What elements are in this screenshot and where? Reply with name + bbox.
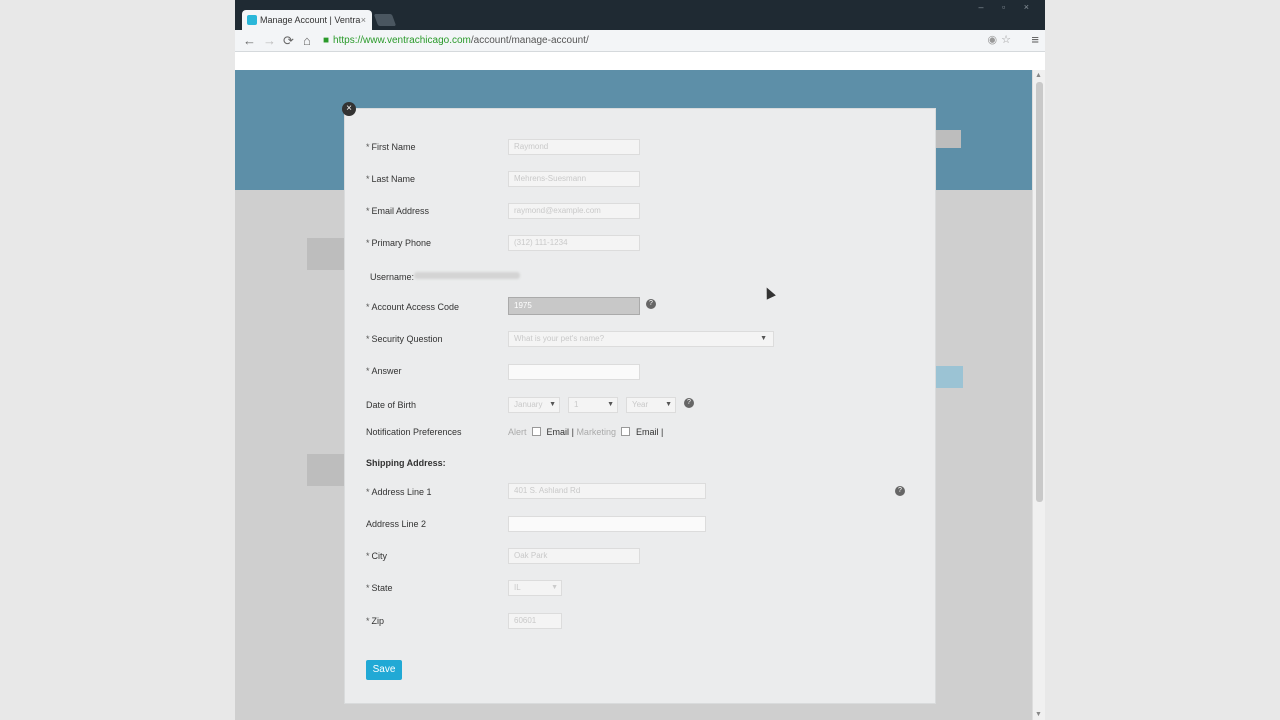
- address-help-icon[interactable]: ?: [895, 486, 905, 496]
- access-code-label: * Account Access Code: [366, 302, 460, 312]
- state-value: IL: [514, 583, 521, 592]
- address2-label: Address Line 2: [366, 519, 427, 529]
- answer-label: * Answer: [366, 366, 402, 376]
- email-label: * Email Address: [366, 206, 430, 216]
- address2-input[interactable]: [508, 516, 706, 532]
- security-question-select[interactable]: What is your pet's name? ▼: [508, 331, 774, 347]
- tab-close-icon[interactable]: ×: [361, 10, 366, 30]
- answer-input[interactable]: [508, 364, 640, 380]
- background-block: [935, 130, 961, 148]
- reload-icon[interactable]: ⟳: [283, 32, 294, 50]
- security-question-value: What is your pet's name?: [514, 334, 605, 343]
- phone-input[interactable]: (312) 111-1234: [508, 235, 640, 251]
- first-name-label: * First Name: [366, 142, 416, 152]
- title-bar: Manage Account | Ventra × – ▫ ×: [235, 0, 1045, 30]
- last-name-input[interactable]: Mehrens-Suesmann: [508, 171, 640, 187]
- forward-icon[interactable]: →: [263, 32, 276, 50]
- username-value: [414, 272, 520, 279]
- access-code-input[interactable]: 1975: [508, 297, 640, 315]
- address1-input[interactable]: 401 S. Ashland Rd: [508, 483, 706, 499]
- city-input[interactable]: Oak Park: [508, 548, 640, 564]
- notifications-label: Notification Preferences: [366, 427, 462, 437]
- dob-year-select[interactable]: Year ▼: [626, 397, 676, 413]
- phone-label: * Primary Phone: [366, 238, 432, 248]
- marketing-label: Marketing: [576, 427, 616, 437]
- dob-day-select[interactable]: 1 ▼: [568, 397, 618, 413]
- scroll-down-icon[interactable]: ▼: [1035, 711, 1042, 718]
- dob-help-icon[interactable]: ?: [684, 398, 694, 408]
- scroll-thumb[interactable]: [1036, 82, 1043, 502]
- browser-toolbar: ← → ⟳ ⌂ ■ https://www.ventrachicago.com/a…: [235, 30, 1045, 52]
- browser-tab[interactable]: Manage Account | Ventra ×: [242, 10, 372, 30]
- security-question-label: * Security Question: [366, 334, 443, 344]
- dob-day-value: 1: [574, 400, 579, 409]
- address1-label: * Address Line 1: [366, 487, 432, 497]
- shipping-address-heading: Shipping Address:: [366, 458, 446, 468]
- alert-label: Alert: [508, 427, 527, 437]
- dob-year-value: Year: [632, 400, 649, 409]
- extension-icons[interactable]: ◉☆: [988, 33, 1015, 46]
- scroll-up-icon[interactable]: ▲: [1035, 72, 1042, 79]
- marketing-email-label: Email: [635, 427, 659, 437]
- chevron-down-icon: ▼: [549, 401, 556, 408]
- dob-month-value: January: [514, 400, 543, 409]
- url-path: /account/manage-account/: [470, 35, 589, 46]
- separator: |: [661, 427, 664, 437]
- chevron-down-icon: ▼: [665, 401, 672, 408]
- alert-email-label: Email: [546, 427, 570, 437]
- window-controls[interactable]: – ▫ ×: [979, 2, 1037, 12]
- back-icon[interactable]: ←: [243, 32, 256, 50]
- last-name-label: * Last Name: [366, 174, 416, 184]
- state-select[interactable]: IL ▼: [508, 580, 562, 596]
- city-label: * City: [366, 551, 388, 561]
- email-input[interactable]: raymond@example.com: [508, 203, 640, 219]
- url-host: https://www.ventrachicago.com: [333, 35, 471, 46]
- scrollbar[interactable]: ▲ ▼: [1032, 70, 1045, 720]
- chevron-down-icon: ▼: [760, 335, 767, 342]
- zip-input[interactable]: 60601: [508, 613, 562, 629]
- menu-icon[interactable]: ≡: [1031, 32, 1039, 47]
- lock-icon: ■: [323, 35, 330, 46]
- background-block: [935, 366, 963, 388]
- state-label: * State: [366, 583, 393, 593]
- marketing-email-checkbox[interactable]: [621, 427, 631, 436]
- access-code-help-icon[interactable]: ?: [646, 299, 656, 309]
- username-label: Username:: [370, 272, 415, 282]
- chevron-down-icon: ▼: [607, 401, 614, 408]
- modal-close-icon[interactable]: ×: [342, 102, 356, 116]
- dob-label: Date of Birth: [366, 400, 417, 410]
- new-tab-button[interactable]: [373, 14, 397, 26]
- zip-label: * Zip: [366, 616, 385, 626]
- tab-title: Manage Account | Ventra: [260, 15, 361, 25]
- favicon-icon: [247, 15, 257, 25]
- home-icon[interactable]: ⌂: [303, 32, 311, 50]
- alert-email-checkbox[interactable]: [532, 427, 542, 436]
- dob-month-select[interactable]: January ▼: [508, 397, 560, 413]
- separator: |: [571, 427, 574, 437]
- notification-preferences: Alert Email | Marketing Email |: [508, 426, 663, 438]
- first-name-input[interactable]: Raymond: [508, 139, 640, 155]
- chevron-down-icon: ▼: [551, 584, 558, 591]
- save-button[interactable]: Save: [366, 660, 402, 680]
- address-bar[interactable]: ■ https://www.ventrachicago.com/account/m…: [323, 33, 1023, 49]
